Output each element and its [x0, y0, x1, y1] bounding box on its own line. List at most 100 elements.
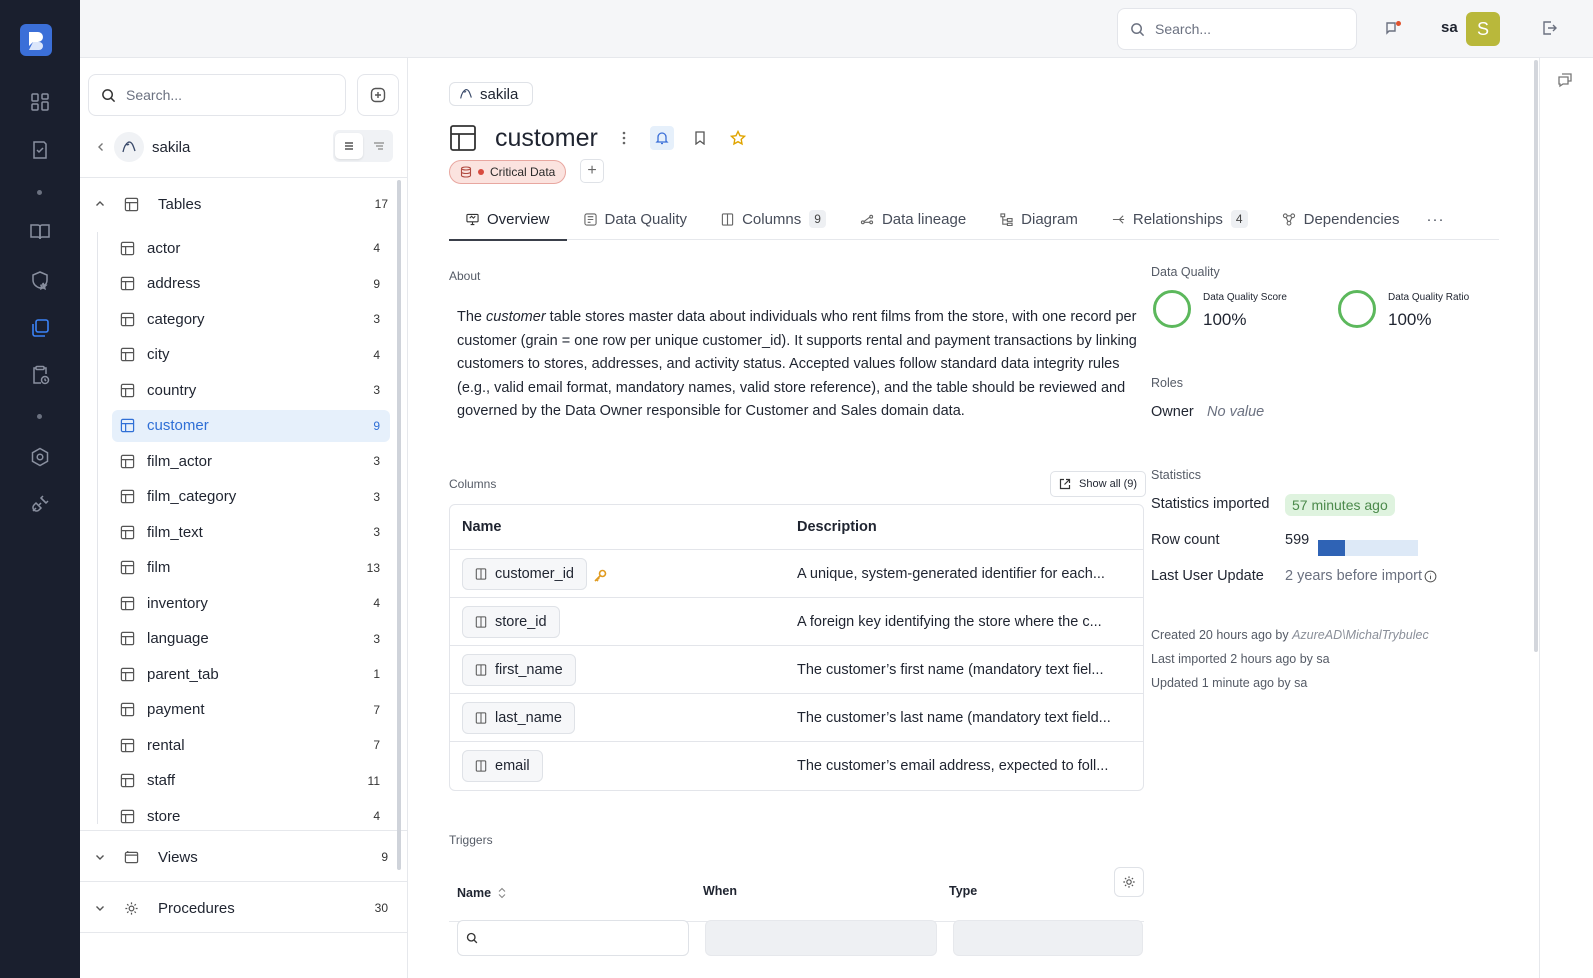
column-description: The customer’s first name (mandatory tex… — [797, 661, 1104, 678]
tab-data-lineage[interactable]: Data lineage — [843, 198, 983, 240]
table-name: parent_tab — [147, 665, 219, 683]
add-button[interactable] — [357, 74, 399, 116]
trigger-when-filter[interactable] — [705, 920, 937, 956]
trigger-header-name-wrap[interactable]: Name — [457, 886, 507, 900]
stats-imported-label: Statistics imported — [1151, 496, 1270, 512]
owner-label: Owner — [1151, 404, 1194, 420]
sidebar-table-film-text[interactable]: film_text 3 — [112, 516, 390, 548]
show-all-button[interactable]: Show all (9) — [1050, 471, 1147, 497]
table-row[interactable]: email The customer’s email address, expec… — [450, 742, 1143, 790]
created-by[interactable]: AzureAD\MichalTrybulec — [1292, 628, 1429, 642]
table-icon — [120, 418, 135, 433]
tab-dependencies[interactable]: Dependencies — [1265, 198, 1417, 240]
list-view-icon[interactable] — [335, 133, 363, 159]
main-scrollbar[interactable] — [1534, 60, 1538, 652]
chevron-down-icon[interactable] — [80, 852, 120, 862]
logout-icon[interactable] — [1541, 20, 1557, 36]
group-tables[interactable]: Tables 17 — [80, 186, 400, 222]
sidebar-table-film-category[interactable]: film_category 3 — [112, 481, 390, 513]
trigger-type-filter[interactable] — [953, 920, 1143, 956]
column-chip[interactable]: first_name — [462, 653, 576, 686]
owner-value[interactable]: No value — [1207, 404, 1264, 420]
sidebar-table-actor[interactable]: actor 4 — [112, 232, 390, 264]
sidebar-table-payment[interactable]: payment 7 — [112, 694, 390, 726]
column-icon — [475, 711, 487, 724]
notification-icon[interactable] — [1384, 20, 1402, 38]
sidebar-table-language[interactable]: language 3 — [112, 623, 390, 655]
column-chip[interactable]: customer_id — [462, 557, 587, 590]
column-chip[interactable]: last_name — [462, 701, 575, 734]
sidebar-table-city[interactable]: city 4 — [112, 339, 390, 371]
breadcrumb[interactable]: sakila — [449, 82, 534, 106]
trigger-name-filter[interactable] — [457, 920, 689, 956]
chevron-up-icon[interactable] — [80, 199, 120, 209]
sidebar-search[interactable] — [88, 74, 346, 116]
table-name: actor — [147, 239, 181, 257]
info-icon[interactable] — [1424, 570, 1437, 583]
tab-diagram[interactable]: Diagram — [983, 198, 1095, 240]
sidebar-table-rental[interactable]: rental 7 — [112, 729, 390, 761]
tab-overview[interactable]: Overview — [449, 198, 567, 241]
critical-data-tag[interactable]: Critical Data — [449, 160, 567, 184]
global-search-input[interactable] — [1155, 21, 1335, 37]
table-settings-button[interactable] — [1114, 867, 1144, 897]
table-row[interactable]: last_name The customer’s last name (manda… — [450, 694, 1143, 742]
clipboard-clock-icon[interactable] — [26, 361, 54, 389]
sidebar-table-store[interactable]: store 4 — [112, 800, 390, 832]
table-column-count: 4 — [373, 809, 380, 823]
avatar[interactable]: S — [1466, 12, 1500, 46]
star-icon[interactable] — [726, 126, 750, 150]
sidebar-table-category[interactable]: category 3 — [112, 303, 390, 335]
global-search[interactable] — [1117, 8, 1357, 50]
sidebar-search-input[interactable] — [126, 87, 306, 103]
checklist-icon[interactable] — [26, 136, 54, 164]
sidebar-table-customer[interactable]: customer 9 — [112, 409, 390, 442]
tab-data-quality[interactable]: Data Quality — [567, 198, 705, 240]
table-icon — [120, 560, 135, 575]
column-chip[interactable]: email — [462, 750, 543, 782]
search-icon — [466, 932, 478, 944]
roles-label: Roles — [1151, 376, 1183, 390]
add-tag-button[interactable]: + — [580, 159, 604, 183]
group-count: 9 — [381, 850, 388, 864]
statistics-label: Statistics — [1151, 468, 1202, 482]
sidebar-table-address[interactable]: address 9 — [112, 268, 390, 300]
plug-icon[interactable] — [26, 490, 54, 518]
dashboard-icon[interactable] — [26, 88, 54, 116]
mysql-icon — [460, 88, 472, 99]
sidebar-table-parent-tab[interactable]: parent_tab 1 — [112, 658, 390, 690]
bell-icon[interactable] — [649, 126, 674, 150]
about-label: About — [449, 269, 481, 283]
tab-relationships[interactable]: Relationships 4 — [1095, 198, 1265, 240]
table-row[interactable]: customer_id A unique, system-generated id… — [450, 550, 1143, 598]
tab-columns[interactable]: Columns 9 — [704, 198, 843, 240]
comments-icon[interactable] — [1557, 72, 1573, 88]
chevron-down-icon[interactable] — [80, 903, 120, 913]
table-row[interactable]: store_id A foreign key identifying the st… — [450, 598, 1143, 646]
catalog-icon[interactable] — [26, 314, 54, 342]
table-row[interactable]: first_name The customer’s first name (man… — [450, 646, 1143, 694]
trigger-header-type: Type — [949, 884, 978, 898]
tree-view-icon[interactable] — [365, 133, 393, 159]
group-views[interactable]: Views 9 — [80, 839, 400, 875]
column-icon — [475, 567, 487, 580]
more-vertical-icon[interactable] — [612, 126, 636, 150]
app-logo[interactable] — [20, 24, 52, 56]
sidebar-scrollbar[interactable] — [397, 180, 401, 870]
chevron-left-icon[interactable] — [88, 142, 114, 152]
settings-hex-icon[interactable] — [26, 443, 54, 471]
bookmark-icon[interactable] — [688, 126, 712, 150]
sidebar-table-staff[interactable]: staff 11 — [112, 765, 390, 797]
sidebar-table-country[interactable]: country 3 — [112, 374, 390, 406]
group-label: Views — [158, 848, 198, 866]
sidebar-table-inventory[interactable]: inventory 4 — [112, 587, 390, 619]
shield-star-icon[interactable] — [26, 266, 54, 294]
sidebar-table-film-actor[interactable]: film_actor 3 — [112, 445, 390, 477]
sidebar-table-film[interactable]: film 13 — [112, 552, 390, 584]
columns-icon — [721, 212, 734, 226]
book-icon[interactable] — [26, 218, 54, 246]
group-procedures[interactable]: Procedures 30 — [80, 890, 400, 926]
column-chip[interactable]: store_id — [462, 605, 560, 638]
gear-icon — [120, 901, 142, 916]
more-tabs-icon[interactable]: ··· — [1417, 198, 1455, 240]
